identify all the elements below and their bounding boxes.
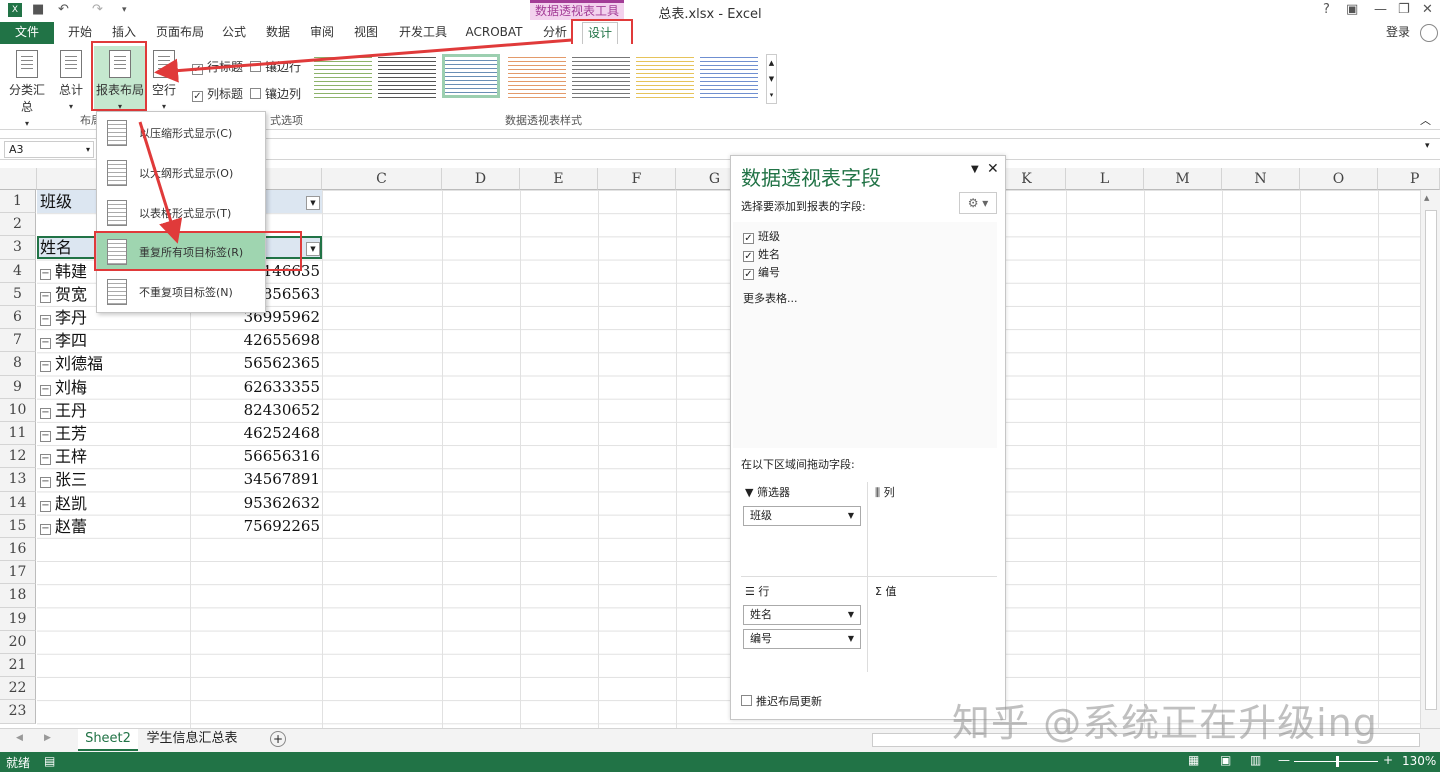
rows-icon: ☰	[745, 585, 759, 598]
drag-label: 在以下区域间拖动字段:	[741, 458, 855, 471]
filter-area-item[interactable]: 班级	[743, 506, 861, 526]
status-bar: 就绪 ▤ ▦ ▣ ▥ — + 130%	[0, 752, 1440, 772]
normal-view-icon[interactable]: ▦	[1188, 753, 1199, 767]
pane-title: 数据透视表字段	[741, 166, 881, 190]
field-name[interactable]: ✓ 姓名	[743, 246, 780, 262]
values-area-label: Σ 值	[875, 585, 897, 598]
add-sheet-icon[interactable]: +	[270, 731, 286, 747]
pane-close-icon[interactable]: ✕	[987, 161, 999, 177]
status-ready: 就绪	[6, 756, 31, 770]
page-layout-view-icon[interactable]: ▣	[1220, 753, 1231, 767]
field-list: ✓ 班级 ✓ 姓名 ✓ 编号 更多表格...	[733, 222, 997, 448]
watermark-text: 知乎 @系统正在升级ing	[952, 701, 1378, 745]
zoom-slider[interactable]	[1294, 756, 1378, 767]
sheet-tab-sheet2[interactable]: Sheet2	[78, 729, 138, 751]
sigma-icon: Σ	[875, 585, 886, 598]
filter-area-label: ▼ 筛选器	[745, 486, 790, 499]
field-number[interactable]: ✓ 编号	[743, 264, 780, 280]
pane-options-icon[interactable]: ▼	[971, 164, 979, 175]
macro-record-icon[interactable]: ▤	[44, 754, 55, 768]
rows-area-item-number[interactable]: 编号	[743, 629, 861, 649]
pane-gear-button[interactable]: ⚙ ▾	[959, 192, 997, 214]
sheet-next-icon[interactable]: ▶	[44, 733, 51, 743]
annotation-arrows	[138, 38, 573, 244]
rows-area-label: ☰ 行	[745, 585, 770, 598]
defer-update-checkbox[interactable]: 推迟布局更新	[741, 693, 822, 709]
zoom-in-icon[interactable]: +	[1383, 753, 1393, 767]
pane-subtitle: 选择要添加到报表的字段:	[741, 200, 866, 213]
sheet-tab-student-summary[interactable]: 学生信息汇总表	[142, 729, 242, 751]
pivot-field-pane: 数据透视表字段 ▼ ✕ 选择要添加到报表的字段: ⚙ ▾ ✓ 班级 ✓ 姓名 ✓ 编号…	[730, 155, 1006, 720]
sheet-prev-icon[interactable]: ◀	[16, 733, 23, 743]
zoom-level[interactable]: 130%	[1402, 754, 1436, 768]
filter-icon: ▼	[745, 486, 757, 499]
rows-area-item-name[interactable]: 姓名	[743, 605, 861, 625]
columns-icon: ⫼	[875, 486, 884, 499]
columns-area-label: ⫼ 列	[875, 486, 895, 499]
field-class[interactable]: ✓ 班级	[743, 228, 780, 244]
more-tables-link[interactable]: 更多表格...	[743, 290, 798, 306]
page-break-view-icon[interactable]: ▥	[1250, 753, 1261, 767]
zoom-out-icon[interactable]: —	[1278, 753, 1290, 767]
